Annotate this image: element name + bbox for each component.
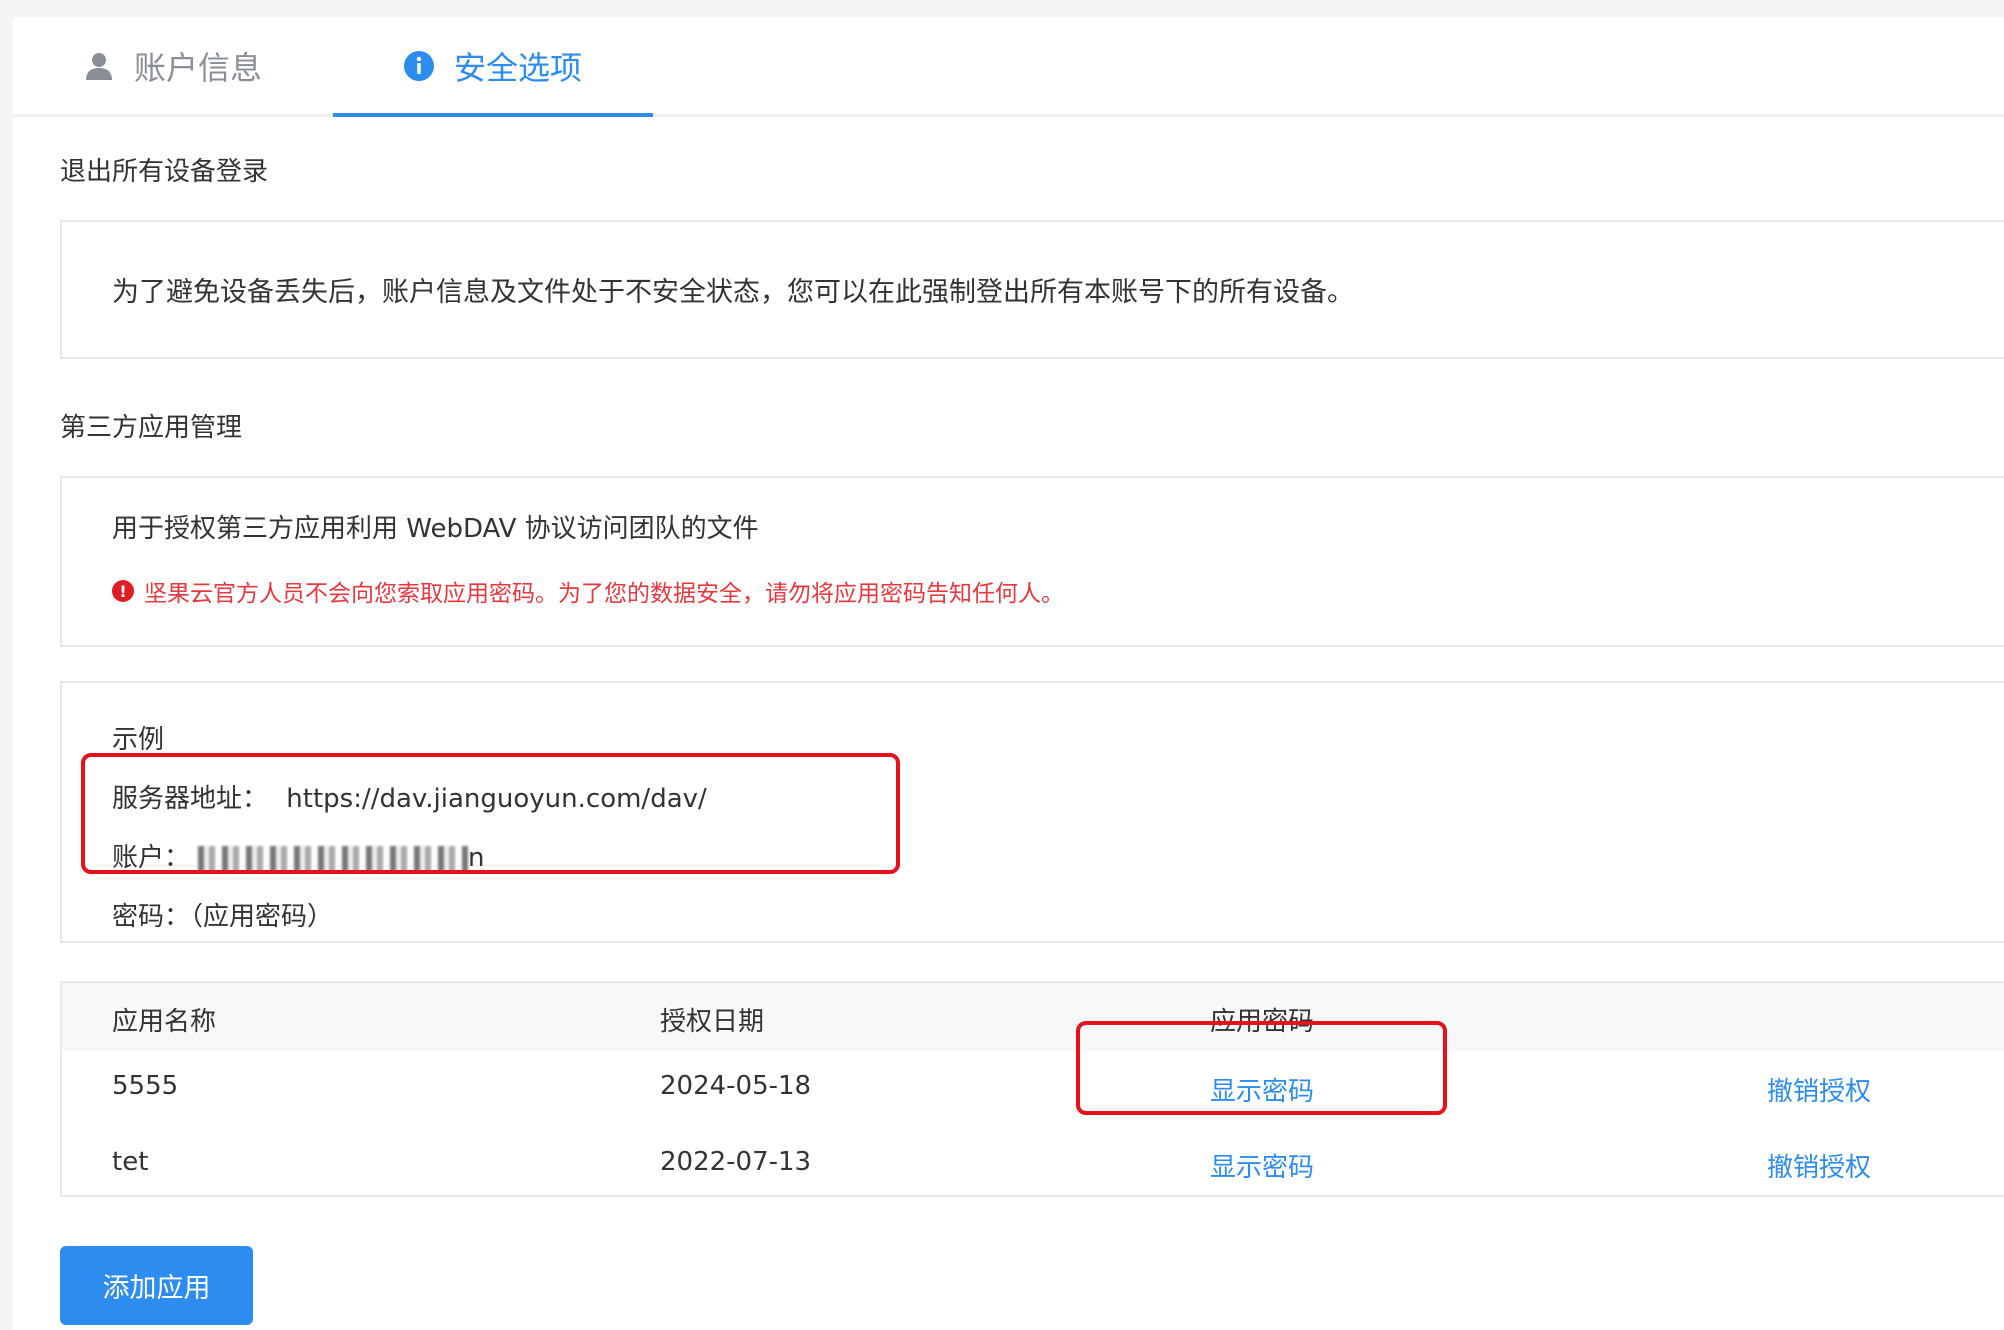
row-app-name: 5555 [112, 1071, 179, 1101]
row-app-name: tet [112, 1147, 149, 1177]
table-header: 应用名称 授权日期 应用密码 [62, 983, 2004, 1051]
password-row: 密码：（应用密码） [112, 896, 333, 933]
security-warning-text: 坚果云官方人员不会向您索取应用密码。为了您的数据安全，请勿将应用密码告知任何人。 [144, 581, 1064, 607]
webdav-description: 用于授权第三方应用利用 WebDAV 协议访问团队的文件 [112, 514, 759, 544]
example-box: 示例 服务器地址： https://dav.jianguoyun.com/dav… [60, 681, 2004, 943]
account-row: 账户： n [112, 837, 485, 874]
app-table: 应用名称 授权日期 应用密码 5555 2024-05-18 显示密码 撤销授权… [60, 981, 2004, 1197]
third-party-section-title: 第三方应用管理 [60, 413, 243, 443]
logout-description: 为了避免设备丢失后，账户信息及文件处于不安全状态，您可以在此强制登出所有本账号下… [112, 277, 1354, 308]
account-label: 账户： [112, 843, 191, 873]
header-auth-date: 授权日期 [660, 1007, 765, 1037]
tab-account-info-label: 账户信息 [133, 48, 262, 87]
show-password-link[interactable]: 显示密码 [1210, 1071, 1314, 1108]
security-warning: ! 坚果云官方人员不会向您索取应用密码。为了您的数据安全，请勿将应用密码告知任何… [112, 574, 1064, 608]
user-icon [84, 51, 114, 81]
example-heading: 示例 [112, 725, 165, 755]
tab-account-info[interactable]: 账户信息 [13, 17, 333, 114]
password-value: （应用密码） [190, 902, 334, 932]
tab-security-options[interactable]: 安全选项 [333, 17, 653, 117]
row-auth-date: 2024-05-18 [660, 1071, 812, 1101]
settings-panel: 账户信息 安全选项 退出所有设备登录 为了避免设备丢失后，账户信息及文件处于不安… [13, 17, 2004, 1330]
server-address-value: https://dav.jianguoyun.com/dav/ [286, 784, 707, 814]
tab-security-options-label: 安全选项 [453, 48, 582, 87]
row-auth-date: 2022-07-13 [660, 1147, 812, 1177]
add-application-button[interactable]: 添加应用 [60, 1246, 253, 1325]
show-password-link[interactable]: 显示密码 [1210, 1147, 1314, 1184]
tab-bar: 账户信息 安全选项 [13, 17, 2004, 117]
revoke-authorization-link[interactable]: 撤销授权 [1767, 1147, 1871, 1184]
info-icon [403, 50, 434, 81]
server-address-label: 服务器地址： [112, 784, 269, 814]
third-party-info-box: 用于授权第三方应用利用 WebDAV 协议访问团队的文件 ! 坚果云官方人员不会… [60, 476, 2004, 647]
logout-section-box: 为了避免设备丢失后，账户信息及文件处于不安全状态，您可以在此强制登出所有本账号下… [60, 220, 2004, 359]
masked-account-value [198, 845, 469, 872]
logout-section-title: 退出所有设备登录 [60, 157, 269, 187]
server-address-row: 服务器地址： https://dav.jianguoyun.com/dav/ [112, 778, 707, 815]
header-app-password: 应用密码 [1210, 1007, 1315, 1037]
password-label: 密码： [112, 902, 191, 932]
alert-icon: ! [112, 580, 134, 602]
revoke-authorization-link[interactable]: 撤销授权 [1767, 1071, 1871, 1108]
header-app-name: 应用名称 [112, 1007, 217, 1037]
account-tail: n [468, 843, 485, 873]
